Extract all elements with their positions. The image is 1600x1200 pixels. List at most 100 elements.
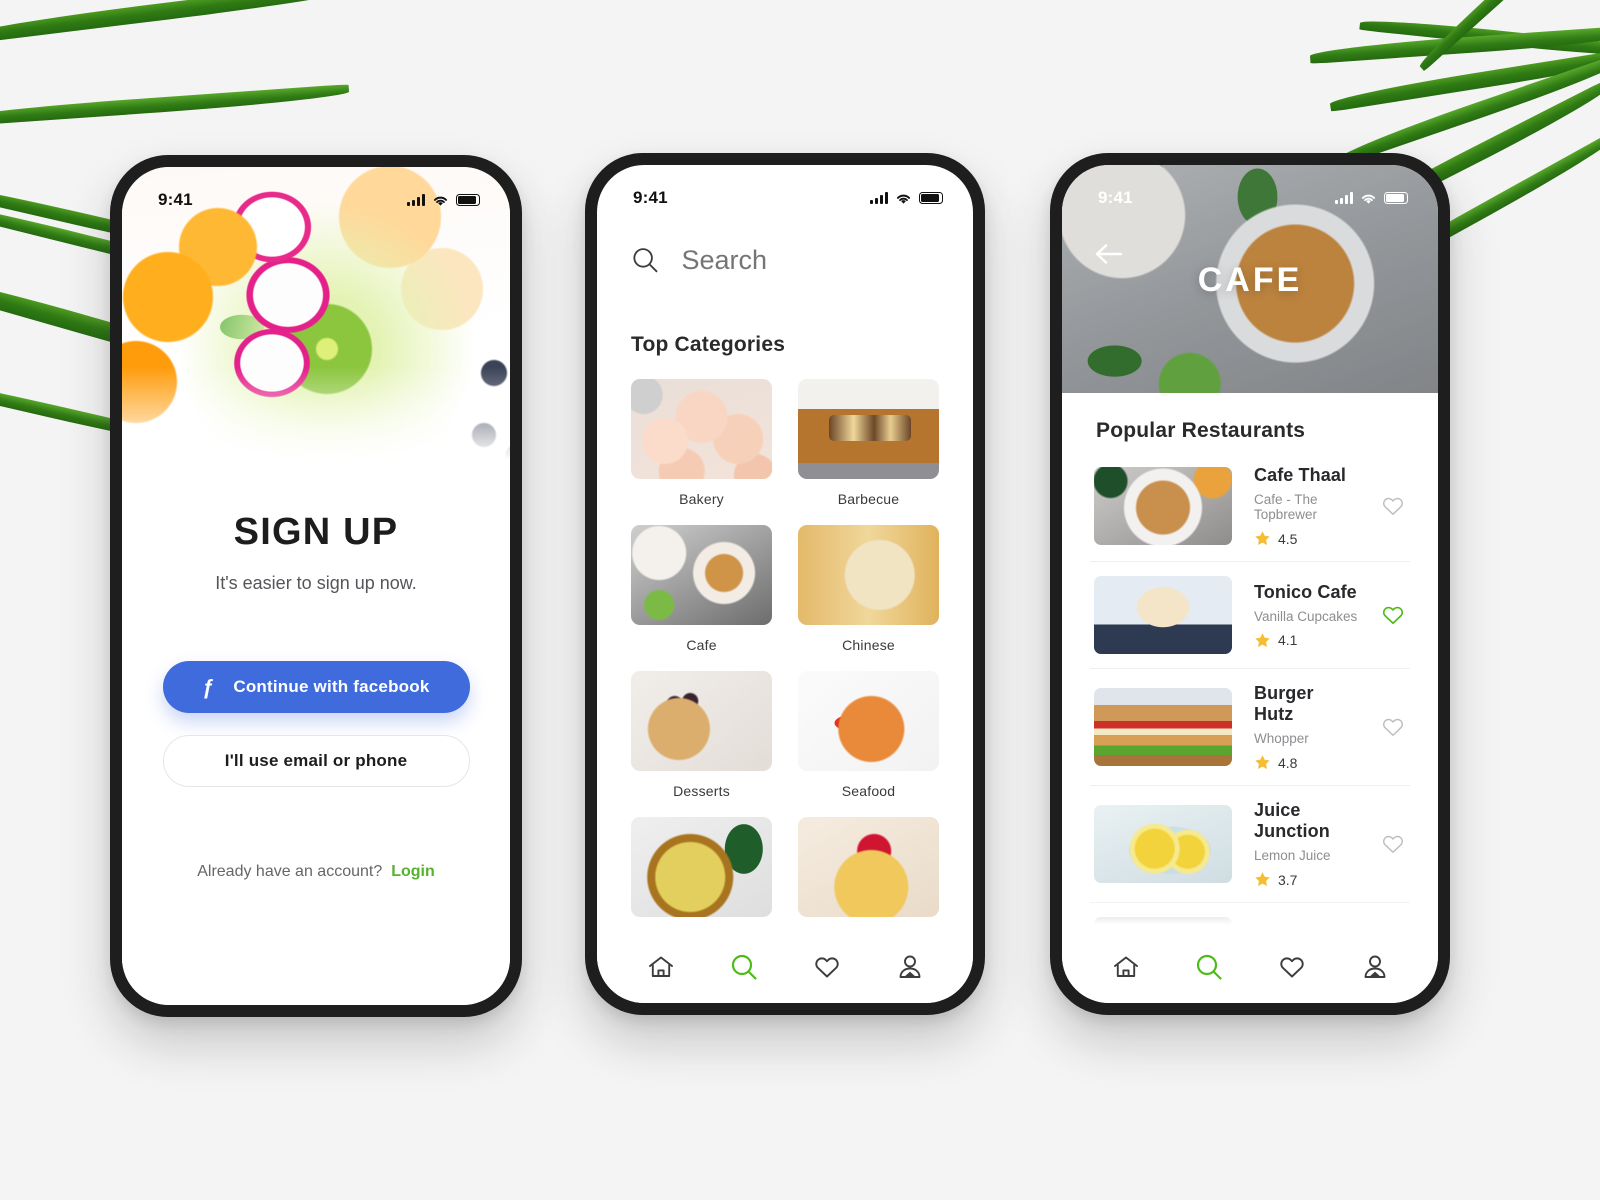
palm-leaf <box>1359 16 1600 62</box>
category-image <box>631 525 772 625</box>
category-label: Seafood <box>841 783 896 799</box>
restaurant-image <box>1094 805 1232 883</box>
status-time: 9:41 <box>633 188 668 207</box>
login-link[interactable]: Login <box>391 863 435 881</box>
category-item[interactable]: Bakery <box>631 379 772 507</box>
search-icon[interactable] <box>729 952 759 982</box>
category-image <box>798 817 939 917</box>
restaurants-list-area[interactable]: Popular Restaurants Cafe Thaal Cafe - Th… <box>1062 393 1438 931</box>
categories-grid: Bakery Barbecue Cafe Chinese Desserts Se… <box>631 357 939 917</box>
signup-screen: 9:41 SIGN UP It's easier to sign up now.… <box>122 167 510 1005</box>
profile-icon[interactable] <box>1360 952 1390 982</box>
restaurant-row[interactable]: Burger Hutz Whopper 4.8 <box>1090 669 1410 786</box>
wifi-icon <box>1361 194 1376 204</box>
signup-content: SIGN UP It's easier to sign up now. ƒ Co… <box>122 467 510 1005</box>
continue-with-facebook-button[interactable]: ƒ Continue with facebook <box>162 661 470 713</box>
section-title-top-categories: Top Categories <box>631 333 786 356</box>
restaurant-image <box>1094 576 1232 654</box>
heart-icon[interactable] <box>1277 952 1307 982</box>
rating-value: 4.8 <box>1278 754 1298 771</box>
tab-favorites[interactable] <box>1264 939 1320 995</box>
restaurant-info: Juice Junction Lemon Juice 3.7 <box>1254 800 1358 888</box>
tab-search[interactable] <box>716 939 772 995</box>
page-title: SIGN UP <box>233 511 399 553</box>
home-icon[interactable] <box>1111 952 1141 982</box>
restaurant-rating: 4.5 <box>1254 530 1358 547</box>
restaurant-row[interactable]: Tonico Cafe Vanilla Cupcakes 4.1 <box>1090 562 1410 669</box>
category-label: Cafe <box>686 637 717 653</box>
category-image <box>631 379 772 479</box>
restaurant-name: Cafe Thaal <box>1254 465 1347 485</box>
home-icon[interactable] <box>646 952 676 982</box>
facebook-button-label: Continue with facebook <box>233 677 430 696</box>
favorite-heart-icon-active[interactable] <box>1380 602 1406 628</box>
bottom-tab-bar <box>1062 931 1438 1003</box>
restaurant-rating: 3.7 <box>1254 871 1358 888</box>
wifi-icon <box>896 194 911 204</box>
category-label: Desserts <box>673 783 730 799</box>
account-prompt-row: Already have an account? Login <box>197 863 435 881</box>
tab-profile[interactable] <box>1347 939 1403 995</box>
status-bar: 9:41 <box>122 167 510 219</box>
category-item[interactable]: Barbecue <box>798 379 939 507</box>
phone-signup: 9:41 SIGN UP It's easier to sign up now.… <box>110 155 522 1017</box>
category-item[interactable] <box>631 817 772 917</box>
category-item[interactable]: Cafe <box>631 525 772 653</box>
wifi-icon <box>433 196 448 206</box>
star-icon <box>1255 632 1270 647</box>
category-item[interactable]: Seafood <box>798 671 939 799</box>
status-time: 9:41 <box>1098 188 1133 207</box>
tab-favorites[interactable] <box>799 939 855 995</box>
favorite-heart-icon[interactable] <box>1380 714 1406 740</box>
search-screen: 9:41 Top Categories <box>597 165 973 1003</box>
email-or-phone-button[interactable]: I'll use email or phone <box>162 735 470 787</box>
search-icon[interactable] <box>1194 952 1224 982</box>
palm-leaf <box>0 0 378 45</box>
restaurant-row[interactable]: Subway Foods <box>1090 903 1410 931</box>
facebook-icon: ƒ <box>202 675 215 699</box>
palm-leaf <box>0 84 350 127</box>
restaurant-name: Burger Hutz <box>1254 683 1314 724</box>
signal-bars-icon <box>1335 192 1353 204</box>
star-icon <box>1255 872 1270 886</box>
restaurant-row[interactable]: Juice Junction Lemon Juice 3.7 <box>1090 786 1410 903</box>
restaurants-screen: 9:41 CAFE Popular Restaurants Cafe Thaal… <box>1062 165 1438 1003</box>
category-item[interactable]: Chinese <box>798 525 939 653</box>
status-time: 9:41 <box>158 190 193 209</box>
favorite-heart-icon[interactable] <box>1380 493 1406 519</box>
restaurant-description: Whopper <box>1254 731 1309 746</box>
page-subtitle: It's easier to sign up now. <box>215 573 417 593</box>
category-label: Chinese <box>842 637 895 653</box>
categories-scroll-area[interactable]: Bakery Barbecue Cafe Chinese Desserts Se… <box>597 357 973 931</box>
tab-search[interactable] <box>1181 939 1237 995</box>
restaurant-image <box>1094 917 1232 931</box>
hero-title: CAFE <box>1197 261 1303 299</box>
palm-leaf <box>1415 0 1600 72</box>
restaurant-rating: 4.1 <box>1254 632 1358 649</box>
restaurant-rating: 4.8 <box>1254 754 1358 771</box>
palm-leaf <box>1337 52 1600 166</box>
restaurant-row[interactable]: Cafe Thaal Cafe - The Topbrewer 4.5 <box>1090 451 1410 562</box>
phone-restaurants: 9:41 CAFE Popular Restaurants Cafe Thaal… <box>1050 153 1450 1015</box>
signal-bars-icon <box>407 194 425 206</box>
tab-home[interactable] <box>1098 939 1154 995</box>
tab-home[interactable] <box>633 939 689 995</box>
heart-icon[interactable] <box>812 952 842 982</box>
restaurant-image <box>1094 688 1232 766</box>
tab-profile[interactable] <box>882 939 938 995</box>
status-bar: 9:41 <box>1062 165 1438 217</box>
favorite-heart-icon[interactable] <box>1380 831 1406 857</box>
search-input[interactable] <box>681 244 939 276</box>
profile-icon[interactable] <box>895 952 925 982</box>
battery-icon <box>456 194 480 206</box>
palm-leaf <box>1309 24 1600 64</box>
restaurant-description: Vanilla Cupcakes <box>1254 608 1358 624</box>
section-title-popular-restaurants: Popular Restaurants <box>1096 419 1306 442</box>
category-item[interactable]: Desserts <box>631 671 772 799</box>
rating-value: 4.5 <box>1278 530 1298 547</box>
restaurant-description: Lemon Juice <box>1254 848 1331 863</box>
search-icon[interactable] <box>631 243 659 277</box>
category-item[interactable] <box>798 817 939 917</box>
restaurant-image <box>1094 467 1232 545</box>
search-bar[interactable] <box>631 243 939 277</box>
